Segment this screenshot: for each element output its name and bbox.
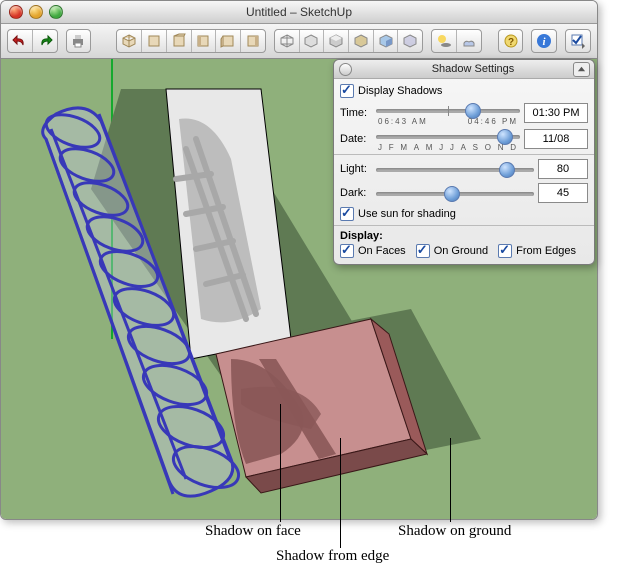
mono-style-button[interactable] [374, 30, 399, 52]
on-faces-label: On Faces [358, 245, 406, 257]
light-slider[interactable] [376, 161, 534, 177]
light-value-input[interactable]: 80 [538, 159, 588, 179]
time-min-label: 06:43 AM [378, 117, 428, 126]
shadow-toggle-button[interactable] [432, 30, 457, 52]
left-view-button[interactable] [241, 30, 265, 52]
annot-shadow-on-ground: Shadow on ground [398, 523, 511, 540]
view-buttons-group [116, 29, 265, 53]
shaded-style-button[interactable] [324, 30, 349, 52]
display-section-label: Display: [340, 230, 588, 242]
iso-view-button[interactable] [117, 30, 142, 52]
callout-line [280, 404, 281, 522]
annot-shadow-on-face: Shadow on face [205, 523, 301, 540]
svg-text:?: ? [507, 37, 513, 48]
zoom-window-button[interactable] [49, 5, 63, 19]
help-button[interactable]: ? [498, 29, 524, 53]
toolbar: ? i [1, 24, 597, 59]
panel-collapse-button[interactable] [573, 62, 590, 77]
date-value-input[interactable]: 11/08 [524, 129, 588, 149]
on-ground-checkbox[interactable] [416, 244, 430, 258]
use-sun-label: Use sun for shading [358, 208, 456, 220]
time-label: Time: [340, 107, 372, 119]
time-max-label: 04:46 PM [468, 117, 518, 126]
on-faces-checkbox[interactable] [340, 244, 354, 258]
on-ground-label: On Ground [434, 245, 488, 257]
textured-style-button[interactable] [349, 30, 374, 52]
panel-close-button[interactable] [339, 63, 352, 76]
style-buttons-group [274, 29, 423, 53]
from-edges-checkbox[interactable] [498, 244, 512, 258]
undo-button[interactable] [8, 30, 33, 52]
options-button[interactable] [565, 29, 591, 53]
dark-slider[interactable] [376, 185, 534, 201]
top-view-button[interactable] [142, 30, 167, 52]
minimize-window-button[interactable] [29, 5, 43, 19]
redo-button[interactable] [33, 30, 57, 52]
time-value-input[interactable]: 01:30 PM [524, 103, 588, 123]
panel-titlebar[interactable]: Shadow Settings [334, 60, 594, 79]
display-shadows-label: Display Shadows [358, 85, 442, 97]
close-window-button[interactable] [9, 5, 23, 19]
front-view-button[interactable] [167, 30, 192, 52]
callout-line [340, 438, 341, 548]
xray-style-button[interactable] [398, 30, 422, 52]
date-months-scale: JFMAMJJASOND [378, 143, 518, 152]
callout-line [450, 438, 451, 522]
time-slider[interactable]: 06:43 AM 04:46 PM [376, 102, 520, 124]
back-view-button[interactable] [216, 30, 241, 52]
right-view-button[interactable] [192, 30, 217, 52]
dark-label: Dark: [340, 187, 372, 199]
wireframe-style-button[interactable] [275, 30, 300, 52]
shadow-settings-panel: Shadow Settings Display Shadows Time: 06… [333, 59, 595, 265]
from-edges-label: From Edges [516, 245, 576, 257]
annot-shadow-from-edge: Shadow from edge [276, 548, 389, 565]
display-shadows-checkbox[interactable] [340, 84, 354, 98]
info-button[interactable]: i [531, 29, 557, 53]
titlebar: Untitled – SketchUp [1, 1, 597, 24]
date-slider[interactable]: JFMAMJJASOND [376, 128, 520, 150]
light-label: Light: [340, 163, 372, 175]
print-button[interactable] [66, 29, 92, 53]
hidden-style-button[interactable] [300, 30, 325, 52]
dark-value-input[interactable]: 45 [538, 183, 588, 203]
use-sun-checkbox[interactable] [340, 207, 354, 221]
panel-title: Shadow Settings [432, 63, 515, 75]
fog-toggle-button[interactable] [457, 30, 481, 52]
date-label: Date: [340, 133, 372, 145]
window-title: Untitled – SketchUp [246, 5, 352, 19]
